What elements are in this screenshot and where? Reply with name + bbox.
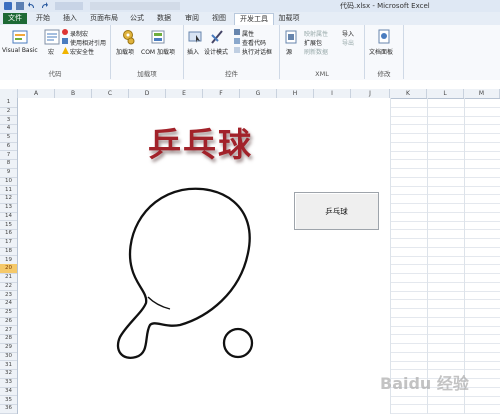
save-icon[interactable]: [16, 2, 24, 10]
column-header[interactable]: J: [351, 89, 390, 98]
group-addins: 加载项 COM 加载项 加载项: [111, 25, 184, 79]
grid-line: [464, 98, 465, 414]
row-header[interactable]: 36: [0, 404, 17, 414]
row-headers: 1 2 3 4 5 6 7 8 9 10 11 12 13 14 15 16 17 18 19 20 21 22 23 24 2…: [0, 98, 18, 414]
column-header[interactable]: B: [55, 89, 92, 98]
addins-button[interactable]: 加载项: [116, 47, 134, 56]
column-header[interactable]: A: [18, 89, 55, 98]
quick-access-icons[interactable]: [55, 2, 83, 10]
import-button[interactable]: 导入: [342, 29, 354, 38]
properties-button[interactable]: 属性: [242, 29, 254, 38]
run-dialog-icon: [234, 47, 240, 53]
insert-control-icon: [188, 29, 202, 45]
relative-refs-icon: [62, 38, 68, 44]
document-panel-button[interactable]: 文档面板: [369, 47, 393, 56]
macros-button[interactable]: 宏: [48, 47, 54, 56]
view-code-icon: [234, 38, 240, 44]
group-controls: 插入 设计模式 属性 查看代码 执行对话框 控件: [184, 25, 280, 79]
group-controls-label: 控件: [225, 70, 238, 78]
refresh-data-button[interactable]: 刷新数据: [304, 47, 328, 56]
tab-view[interactable]: 视图: [207, 13, 231, 24]
tab-page-layout[interactable]: 页面布局: [86, 13, 122, 24]
excel-logo-icon: [4, 2, 12, 10]
ping-pong-title-art[interactable]: 乒乓球: [148, 118, 253, 166]
column-header[interactable]: M: [464, 89, 500, 98]
tab-insert[interactable]: 插入: [58, 13, 82, 24]
addins-gear-icon: [121, 29, 135, 45]
grid-line: [390, 98, 391, 414]
xml-source-icon: [285, 29, 297, 45]
macro-security-button[interactable]: 宏安全性: [70, 47, 94, 56]
visual-basic-icon: [12, 29, 28, 45]
relative-refs-button[interactable]: 使用相对引用: [70, 38, 106, 47]
com-addins-icon: [151, 29, 165, 45]
group-modify: 文档面板 修改: [365, 25, 404, 79]
tab-home[interactable]: 开始: [31, 13, 55, 24]
column-header[interactable]: D: [129, 89, 166, 98]
macro-icon: [44, 29, 60, 45]
visual-basic-button[interactable]: Visual Basic: [2, 47, 38, 54]
design-mode-button[interactable]: 设计模式: [204, 47, 228, 56]
select-all-corner[interactable]: [0, 89, 18, 98]
run-dialog-button[interactable]: 执行对话框: [242, 47, 272, 56]
record-icon: [62, 29, 68, 35]
document-panel-icon: [377, 29, 391, 45]
tab-formulas[interactable]: 公式: [125, 13, 149, 24]
ping-pong-button[interactable]: 乒乓球: [294, 192, 379, 230]
column-header[interactable]: F: [203, 89, 240, 98]
map-properties-button[interactable]: 映射属性: [304, 29, 328, 38]
ping-pong-ball-drawing[interactable]: [222, 327, 254, 359]
warning-icon: [62, 47, 69, 56]
tab-file[interactable]: 文件: [3, 13, 27, 24]
column-header[interactable]: E: [166, 89, 203, 98]
insert-control-button[interactable]: 插入: [187, 47, 199, 56]
column-header[interactable]: K: [390, 89, 427, 98]
group-xml-label: XML: [315, 70, 329, 78]
tab-review[interactable]: 审阅: [180, 13, 204, 24]
com-addins-button[interactable]: COM 加载项: [141, 47, 175, 56]
group-code: Visual Basic 宏 录制宏 使用相对引用 宏安全性 代码: [0, 25, 111, 79]
group-modify-label: 修改: [377, 70, 391, 78]
ribbon-tabs: 文件 开始 插入 页面布局 公式 数据 审阅 视图 开发工具 加载项: [0, 12, 500, 26]
group-code-label: 代码: [48, 70, 62, 78]
properties-icon: [234, 29, 240, 35]
expansion-packs-button[interactable]: 扩展包: [304, 38, 322, 47]
tab-addins[interactable]: 加载项: [275, 13, 303, 24]
undo-icon[interactable]: [28, 2, 36, 10]
export-button[interactable]: 导出: [342, 38, 354, 47]
group-addins-label: 加载项: [137, 70, 157, 78]
grid-line: [427, 98, 428, 414]
design-mode-icon: [210, 29, 224, 45]
record-macro-button[interactable]: 录制宏: [70, 29, 88, 38]
column-header[interactable]: C: [92, 89, 129, 98]
column-header[interactable]: I: [314, 89, 351, 98]
ribbon: Visual Basic 宏 录制宏 使用相对引用 宏安全性 代码 加载项 CO…: [0, 25, 500, 81]
column-header[interactable]: H: [277, 89, 314, 98]
tab-data[interactable]: 数据: [152, 13, 176, 24]
redo-icon[interactable]: [40, 2, 48, 10]
view-code-button[interactable]: 查看代码: [242, 38, 266, 47]
column-header[interactable]: L: [427, 89, 464, 98]
quick-access-bar: [90, 2, 180, 10]
column-header[interactable]: G: [240, 89, 277, 98]
window-title: 代码.xlsx - Microsoft Excel: [340, 2, 430, 10]
baidu-watermark: Baidu 经验: [380, 374, 469, 393]
group-xml: 源 映射属性 扩展包 刷新数据 导入 导出 XML: [280, 25, 365, 79]
xml-source-button[interactable]: 源: [286, 47, 292, 56]
